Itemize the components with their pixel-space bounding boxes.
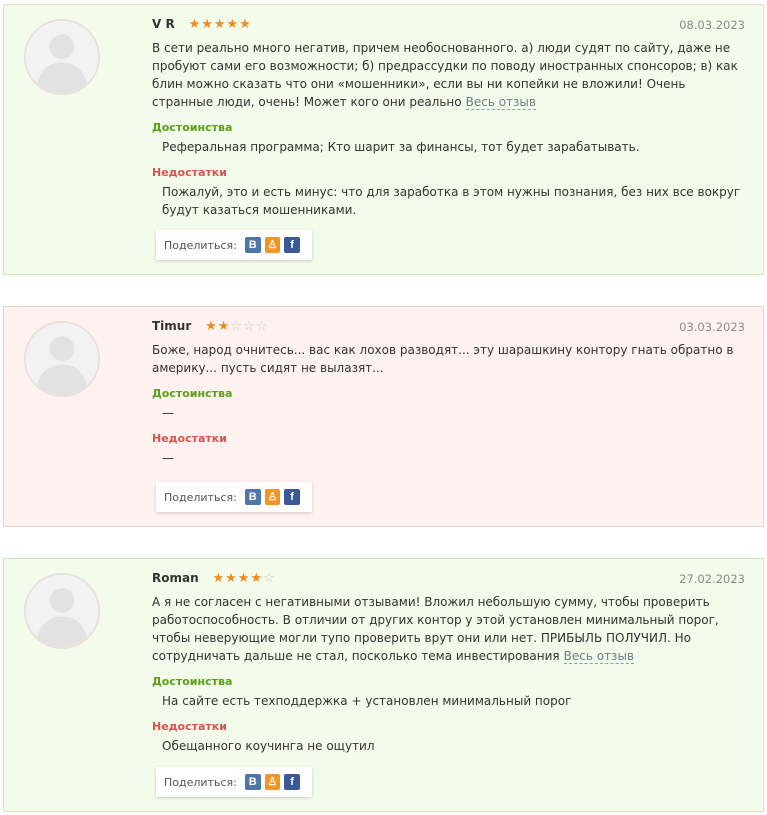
review-author: V R [152,17,175,31]
read-more-link[interactable]: Весь отзыв [563,649,634,664]
avatar [24,19,100,95]
star-icon: ★ [188,17,202,32]
ok-share-icon[interactable]: ♙ [264,774,281,790]
advantages-label: Достоинства [152,121,233,134]
advantages-text: Реферальная программа; Кто шарит за фина… [162,140,640,154]
avatar [24,321,100,397]
rating-stars: ★★★★☆ [212,571,275,586]
share-label: Поделиться: [164,775,237,789]
star-icon: ★ [226,17,240,32]
disadvantages-label: Недостатки [152,166,227,179]
disadvantages-text: Обещанного коучинга не ощутил [162,739,375,753]
star-empty-icon: ☆ [255,319,269,334]
review-author: Roman [152,571,199,585]
advantages-text: — [162,406,174,420]
facebook-share-icon[interactable]: f [284,237,300,253]
disadvantages-label: Недостатки [152,432,227,445]
review-date: 03.03.2023 [679,320,745,334]
review-text: В сети реально много негатив, причем нео… [152,41,738,110]
star-empty-icon: ☆ [230,319,244,334]
review-date: 27.02.2023 [679,572,745,586]
vk-share-icon[interactable]: B [244,489,261,505]
star-icon: ★ [225,571,238,586]
star-icon: ★ [239,17,252,32]
user-silhouette-icon [26,575,98,647]
star-icon: ★ [205,319,218,334]
advantages-label: Достоинства [152,675,233,688]
star-icon: ★ [237,571,251,586]
review-text: А я не согласен с негативными отзывами! … [152,595,719,664]
disadvantages-label: Недостатки [152,720,227,733]
rating-stars: ★★★★★ [189,17,252,32]
vk-share-icon[interactable]: B [244,237,261,253]
review-card: V R ★★★★★ 08.03.2023 В сети реально мног… [3,4,764,275]
review-card: Roman ★★★★☆ 27.02.2023 А я не согласен с… [3,558,764,812]
share-bar: Поделиться: B ♙ f [156,230,312,260]
user-silhouette-icon [26,21,98,93]
facebook-share-icon[interactable]: f [284,774,300,790]
review-author: Timur [152,319,192,333]
share-label: Поделиться: [164,490,237,504]
star-icon: ★ [212,571,226,586]
ok-share-icon[interactable]: ♙ [264,237,281,253]
star-icon: ★ [201,17,214,32]
read-more-link[interactable]: Весь отзыв [465,95,536,110]
disadvantages-text: Пожалуй, это и есть минус: что для зараб… [162,185,741,217]
review-text: Боже, народ очнитесь... вас как лохов ра… [152,343,734,375]
ok-share-icon[interactable]: ♙ [264,489,281,505]
facebook-share-icon[interactable]: f [284,489,300,505]
avatar [24,573,100,649]
star-icon: ★ [217,319,231,334]
user-silhouette-icon [26,323,98,395]
rating-stars: ★★☆☆☆ [205,319,268,334]
disadvantages-text: — [162,451,174,465]
star-empty-icon: ☆ [263,571,276,586]
advantages-label: Достоинства [152,387,233,400]
review-card: Timur ★★☆☆☆ 03.03.2023 Боже, народ очнит… [3,306,764,527]
star-empty-icon: ☆ [243,319,256,334]
review-date: 08.03.2023 [679,18,745,32]
star-icon: ★ [250,571,264,586]
vk-share-icon[interactable]: B [244,774,261,790]
share-bar: Поделиться: B ♙ f [156,482,312,512]
share-label: Поделиться: [164,238,237,252]
star-icon: ★ [213,17,227,32]
advantages-text: На сайте есть техподдержка + установлен … [162,694,572,708]
share-bar: Поделиться: B ♙ f [156,767,312,797]
